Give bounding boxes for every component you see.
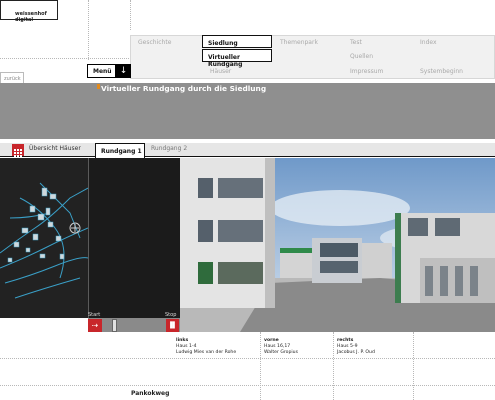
nav-item[interactable]: Test (342, 35, 412, 48)
stop-icon[interactable]: ▐▌ (166, 319, 179, 332)
nav-item[interactable]: Siedlung (202, 35, 272, 48)
tab-rundgang-2[interactable]: Rundgang 2 (151, 145, 187, 152)
page-title: Virtueller Rundgang durch die Siedlung (101, 84, 267, 93)
nav-item (412, 49, 495, 62)
virtual-tour-view (180, 158, 495, 332)
guide-line (333, 332, 334, 400)
map-detail-panel (88, 158, 180, 318)
nav-item[interactable]: Geschichte (130, 35, 202, 48)
nav-item[interactable]: Virtueller Rundgang (202, 49, 272, 68)
grid-icon[interactable] (12, 144, 24, 157)
nav-item[interactable]: Themenpark (272, 35, 342, 48)
street-label: Pankokweg (131, 390, 170, 397)
info-left-house: Haus 1-4 (176, 344, 197, 349)
tab-rundgang-1[interactable]: Rundgang 1 (95, 143, 145, 158)
info-front-house: Haus 16,17 (264, 344, 291, 349)
info-right: rechts Haus 5-9 Jacobus J. P. Oud (337, 338, 375, 356)
nav-item (272, 64, 342, 77)
nav-item[interactable]: Index (412, 35, 495, 48)
info-right-architect: Jacobus J. P. Oud (337, 350, 375, 355)
site-map[interactable] (0, 158, 89, 318)
info-right-house: Haus 5-9 (337, 344, 358, 349)
info-front-title: vorne (264, 338, 279, 343)
overview-link[interactable]: Übersicht Häuser (29, 145, 81, 152)
menu-arrow-icon[interactable]: ↓ (117, 65, 130, 77)
guide-line (88, 0, 89, 60)
title-marker (97, 84, 100, 89)
guide-line (413, 332, 414, 400)
info-front: vorne Haus 16,17 Walter Gropius (264, 338, 298, 356)
nav-item[interactable]: Systembeginn (412, 64, 495, 77)
info-left-title: links (176, 338, 189, 343)
guide-line (260, 332, 261, 400)
progress-slider[interactable] (111, 319, 117, 332)
logo-text: weissenhof digital (15, 11, 47, 23)
logo[interactable]: weissenhof digital (0, 0, 58, 23)
guide-line (130, 0, 131, 30)
nav-item[interactable]: Impressum (342, 64, 412, 77)
nav-item (130, 64, 202, 77)
menu-label[interactable]: Menü (88, 65, 115, 77)
nav-item (130, 49, 202, 62)
nav-item[interactable]: Quellen (342, 49, 412, 62)
play-icon[interactable]: ⇢ (88, 319, 102, 332)
info-right-title: rechts (337, 338, 354, 343)
guide-line (0, 385, 495, 386)
nav-item[interactable]: Häuser (202, 64, 272, 77)
info-left-architect: Ludwig Mies van der Rohe (176, 350, 237, 355)
nav-item (272, 49, 342, 62)
guide-line (0, 358, 495, 359)
info-left: links Haus 1-4 Ludwig Mies van der Rohe (176, 338, 236, 356)
info-front-architect: Walter Gropius (264, 350, 298, 355)
